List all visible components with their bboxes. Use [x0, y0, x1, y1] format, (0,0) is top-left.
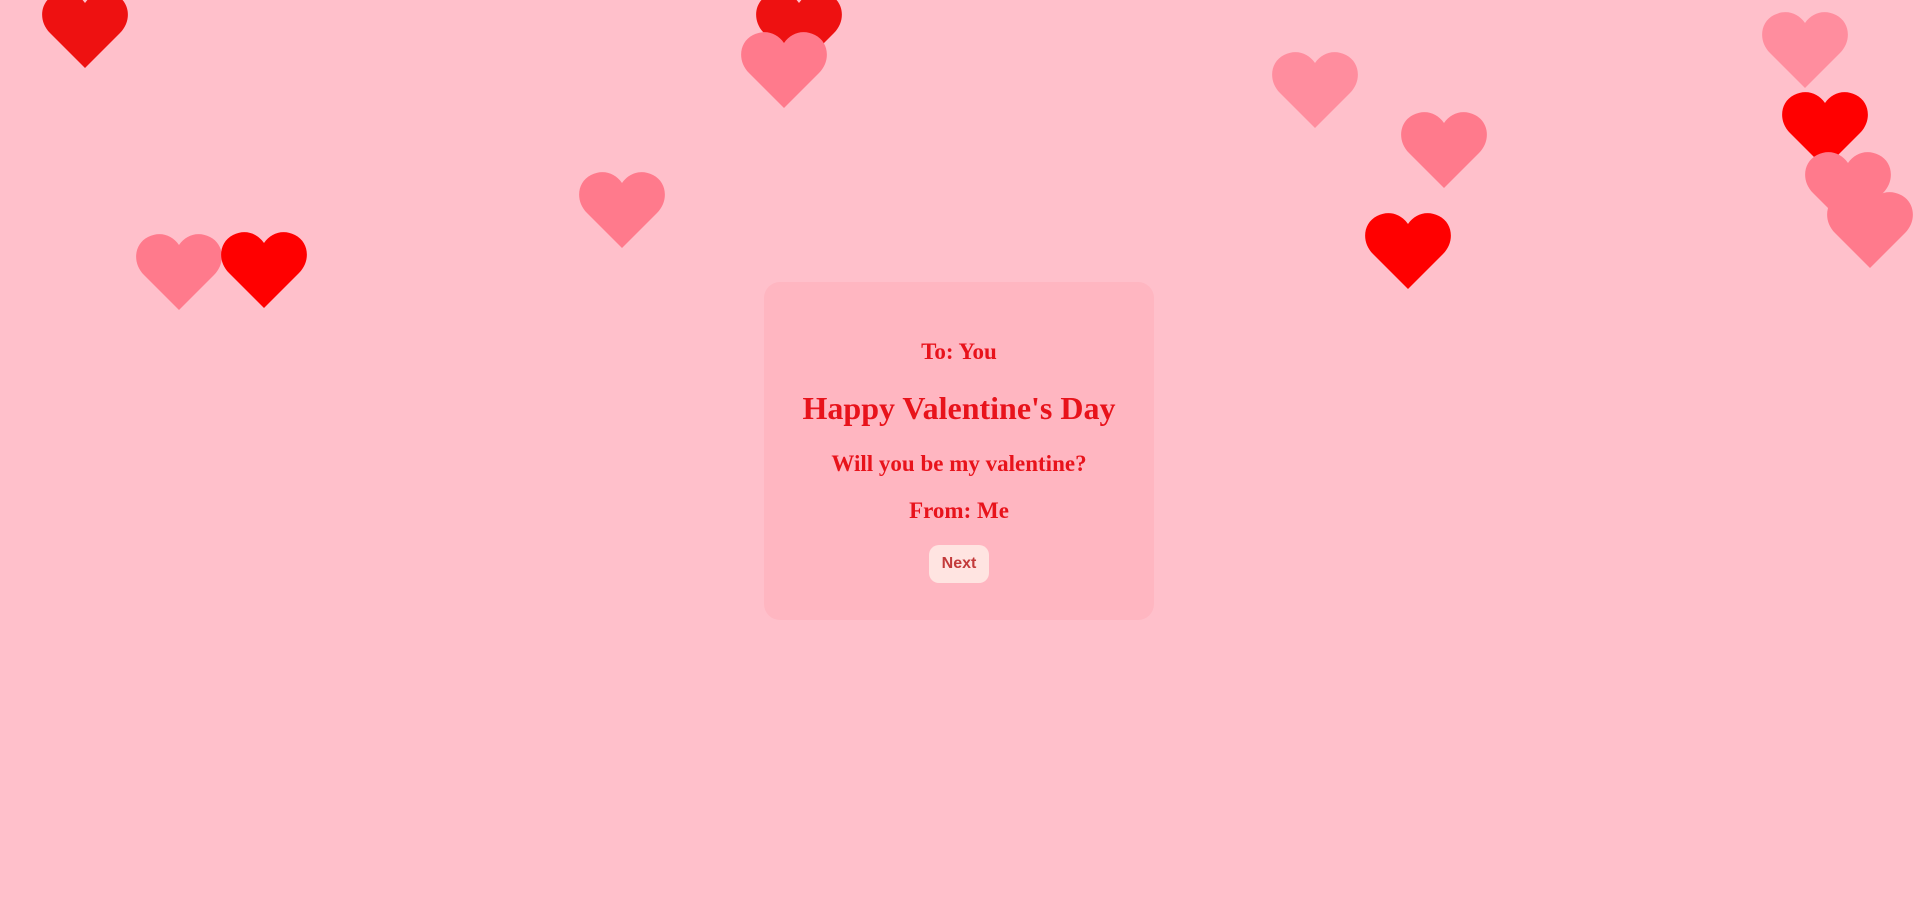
to-line: To: You: [921, 339, 997, 364]
heart-icon: [42, 0, 128, 68]
heart-icon: [741, 28, 827, 108]
heart-icon: [1365, 209, 1451, 289]
valentine-card: To: You Happy Valentine's Day Will you b…: [764, 282, 1154, 620]
heart-icon: [1827, 188, 1913, 268]
heart-icon: [1272, 48, 1358, 128]
from-line: From: Me: [909, 498, 1009, 523]
card-question: Will you be my valentine?: [831, 451, 1087, 476]
heart-icon: [1762, 8, 1848, 88]
heart-icon: [1401, 108, 1487, 188]
card-title: Happy Valentine's Day: [802, 390, 1116, 426]
heart-icon: [579, 168, 665, 248]
next-button[interactable]: Next: [929, 545, 989, 583]
heart-icon: [221, 228, 307, 308]
heart-icon: [136, 230, 222, 310]
